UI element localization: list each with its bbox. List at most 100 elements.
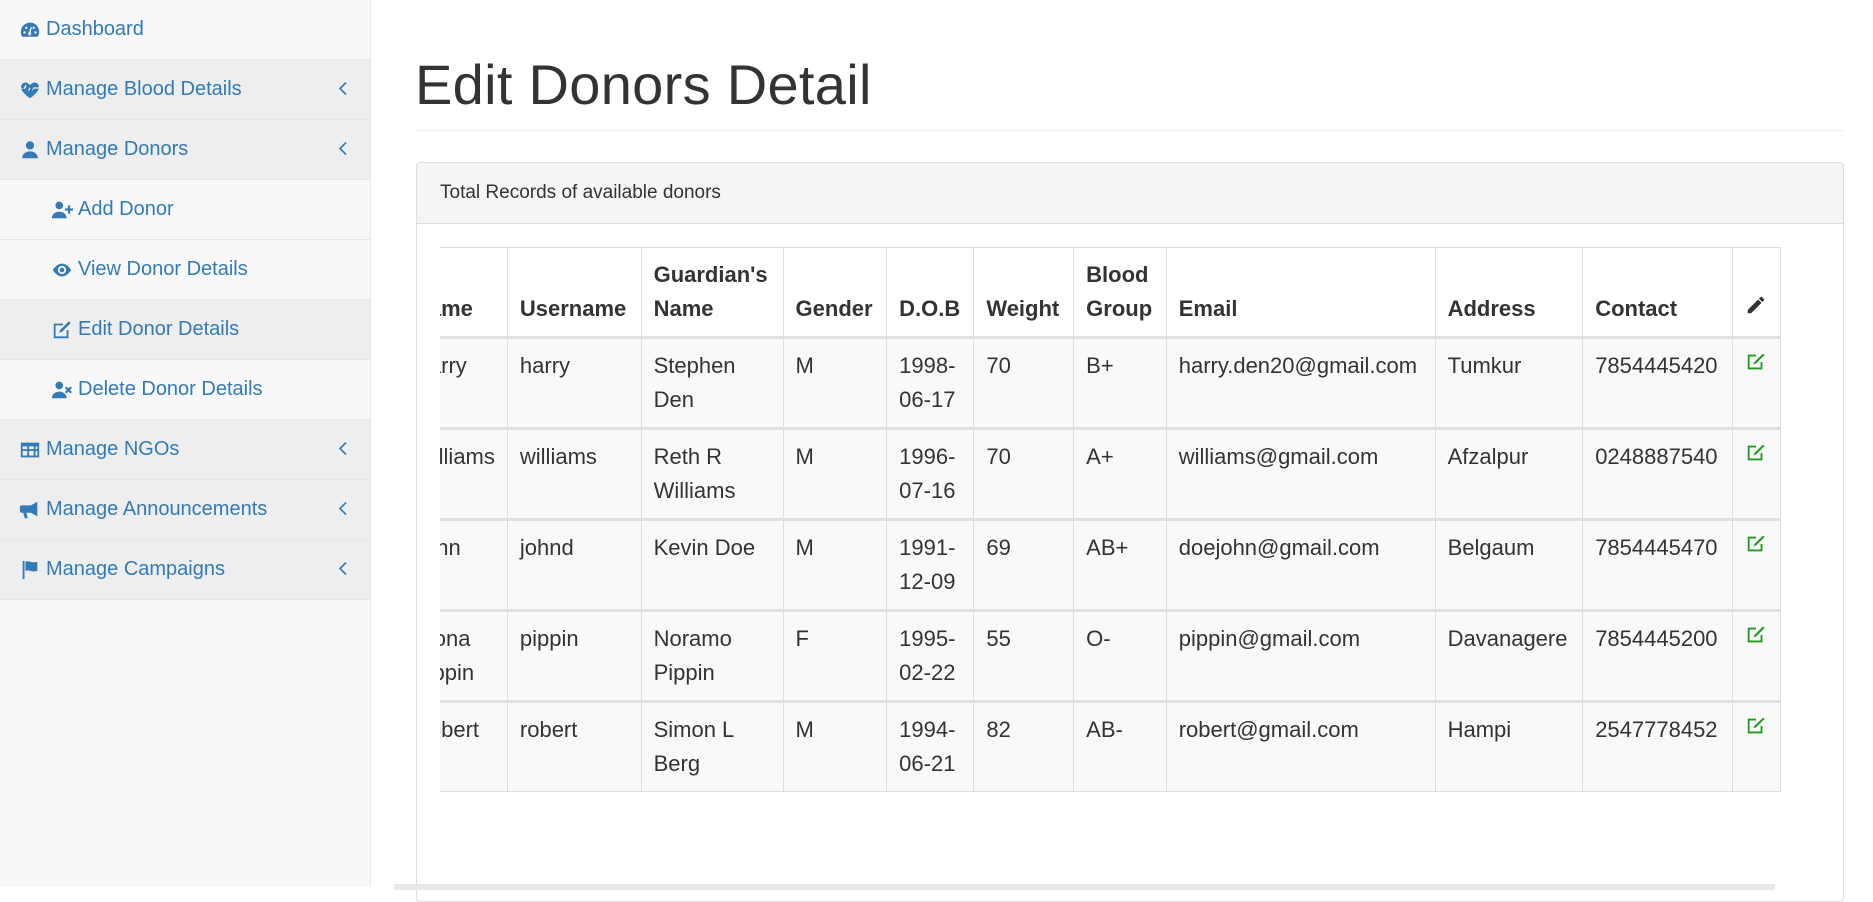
table-row: HarryharryStephen DenM1998-06-1770B+harr…	[440, 336, 1781, 429]
cell-address: Belgaum	[1434, 518, 1584, 611]
user-plus-icon	[50, 198, 74, 222]
sidebar-item-label: Dashboard	[46, 18, 144, 40]
cell-username: harry	[506, 336, 642, 429]
title-divider	[416, 130, 1844, 131]
table-body: HarryharryStephen DenM1998-06-1770B+harr…	[440, 336, 1781, 792]
table-row: WilliamswilliamsReth R WilliamsM1996-07-…	[440, 427, 1781, 520]
table-icon	[18, 438, 42, 462]
cell-dob: 1995-02-22	[886, 609, 975, 702]
cell-username: robert	[506, 700, 642, 792]
column-header-d-o-b: D.O.B	[886, 247, 975, 339]
sidebar-item-manage-campaigns[interactable]: Manage Campaigns	[0, 540, 370, 600]
cell-address: Davanagere	[1434, 609, 1584, 702]
column-header-name: Name	[440, 247, 508, 339]
chevron-left-icon	[338, 559, 348, 580]
cell-weight: 70	[973, 336, 1075, 429]
cell-name: Diona Pippin	[440, 609, 508, 702]
cell-username: williams	[506, 427, 642, 520]
cell-blood-group: A+	[1073, 427, 1167, 520]
cell-dob: 1991-12-09	[886, 518, 975, 611]
heartbeat-icon	[18, 78, 42, 102]
cell-address: Tumkur	[1434, 336, 1584, 429]
sidebar-item-add-donor[interactable]: Add Donor	[0, 180, 370, 240]
cell-contact: 0248887540	[1582, 427, 1734, 520]
cell-contact: 7854445420	[1582, 336, 1734, 429]
sidebar-item-manage-donors[interactable]: Manage Donors	[0, 120, 370, 180]
cell-gender: M	[782, 336, 888, 429]
cell-blood-group: O-	[1073, 609, 1167, 702]
edit-cell	[1732, 700, 1781, 792]
cell-guardian: Simon L Berg	[640, 700, 784, 792]
sidebar-item-delete-donor-details[interactable]: Delete Donor Details	[0, 360, 370, 420]
bullhorn-icon	[18, 498, 42, 522]
column-header-username: Username	[506, 247, 642, 339]
table-scroll-container[interactable]: NameUsernameGuardian's NameGenderD.O.BWe…	[440, 247, 1821, 901]
sidebar-item-manage-blood-details[interactable]: Manage Blood Details	[0, 60, 370, 120]
column-header-weight: Weight	[973, 247, 1075, 339]
edit-row-icon[interactable]	[1745, 717, 1767, 742]
main-content: Edit Donors Detail Total Records of avai…	[371, 0, 1873, 902]
sidebar-item-label: View Donor Details	[78, 258, 248, 280]
sidebar-item-label: Add Donor	[78, 198, 174, 220]
horizontal-scrollbar[interactable]	[394, 884, 1775, 890]
sidebar-item-label: Manage Donors	[46, 138, 189, 160]
cell-name: Williams	[440, 427, 508, 520]
sidebar-item-label: Edit Donor Details	[78, 318, 240, 340]
edit-row-icon[interactable]	[1745, 535, 1767, 560]
cell-address: Hampi	[1434, 700, 1584, 792]
cell-email: harry.den20@gmail.com	[1165, 336, 1436, 429]
sidebar-item-edit-donor-details[interactable]: Edit Donor Details	[0, 300, 370, 360]
sidebar-item-label: Manage NGOs	[46, 438, 180, 460]
cell-contact: 7854445200	[1582, 609, 1734, 702]
column-header-email: Email	[1165, 247, 1436, 339]
sidebar-item-dashboard[interactable]: Dashboard	[0, 0, 370, 60]
table-header-row: NameUsernameGuardian's NameGenderD.O.BWe…	[440, 247, 1781, 339]
donors-table: NameUsernameGuardian's NameGenderD.O.BWe…	[440, 247, 1781, 792]
chevron-left-icon	[338, 439, 348, 460]
cell-guardian: Kevin Doe	[640, 518, 784, 611]
cell-gender: M	[782, 427, 888, 520]
sidebar-item-view-donor-details[interactable]: View Donor Details	[0, 240, 370, 300]
cell-guardian: Reth R Williams	[640, 427, 784, 520]
cell-contact: 7854445470	[1582, 518, 1734, 611]
pencil-icon	[1745, 296, 1767, 321]
eye-icon	[50, 258, 74, 282]
cell-weight: 82	[973, 700, 1075, 792]
donors-panel: Total Records of available donors NameUs…	[416, 162, 1844, 902]
cell-weight: 70	[973, 427, 1075, 520]
cell-email: doejohn@gmail.com	[1165, 518, 1436, 611]
column-header-gender: Gender	[782, 247, 888, 339]
panel-heading: Total Records of available donors	[417, 163, 1843, 224]
cell-guardian: Stephen Den	[640, 336, 784, 429]
cell-email: robert@gmail.com	[1165, 700, 1436, 792]
sidebar-item-label: Delete Donor Details	[78, 378, 263, 400]
edit-row-icon[interactable]	[1745, 626, 1767, 651]
sidebar-item-label: Manage Campaigns	[46, 558, 225, 580]
edit-column-header	[1732, 247, 1781, 339]
edit-cell	[1732, 609, 1781, 702]
table-row: RobertrobertSimon L BergM1994-06-2182AB-…	[440, 700, 1781, 792]
cell-username: johnd	[506, 518, 642, 611]
cell-name: John	[440, 518, 508, 611]
dashboard-icon	[18, 18, 42, 42]
edit-row-icon[interactable]	[1745, 444, 1767, 469]
page-title: Edit Donors Detail	[415, 53, 872, 116]
sidebar: Dashboard Manage Blood Details Manage Dono…	[0, 0, 371, 887]
user-times-icon	[50, 378, 74, 402]
cell-email: pippin@gmail.com	[1165, 609, 1436, 702]
cell-weight: 69	[973, 518, 1075, 611]
chevron-left-icon	[338, 139, 348, 160]
cell-name: Harry	[440, 336, 508, 429]
chevron-left-icon	[338, 79, 348, 100]
edit-row-icon[interactable]	[1745, 353, 1767, 378]
sidebar-item-manage-announcements[interactable]: Manage Announcements	[0, 480, 370, 540]
edit-icon	[50, 318, 74, 342]
cell-dob: 1994-06-21	[886, 700, 975, 792]
sidebar-item-manage-ngos[interactable]: Manage NGOs	[0, 420, 370, 480]
sidebar-item-label: Manage Blood Details	[46, 78, 242, 100]
cell-weight: 55	[973, 609, 1075, 702]
cell-gender: M	[782, 700, 888, 792]
cell-blood-group: B+	[1073, 336, 1167, 429]
edit-cell	[1732, 336, 1781, 429]
cell-blood-group: AB+	[1073, 518, 1167, 611]
